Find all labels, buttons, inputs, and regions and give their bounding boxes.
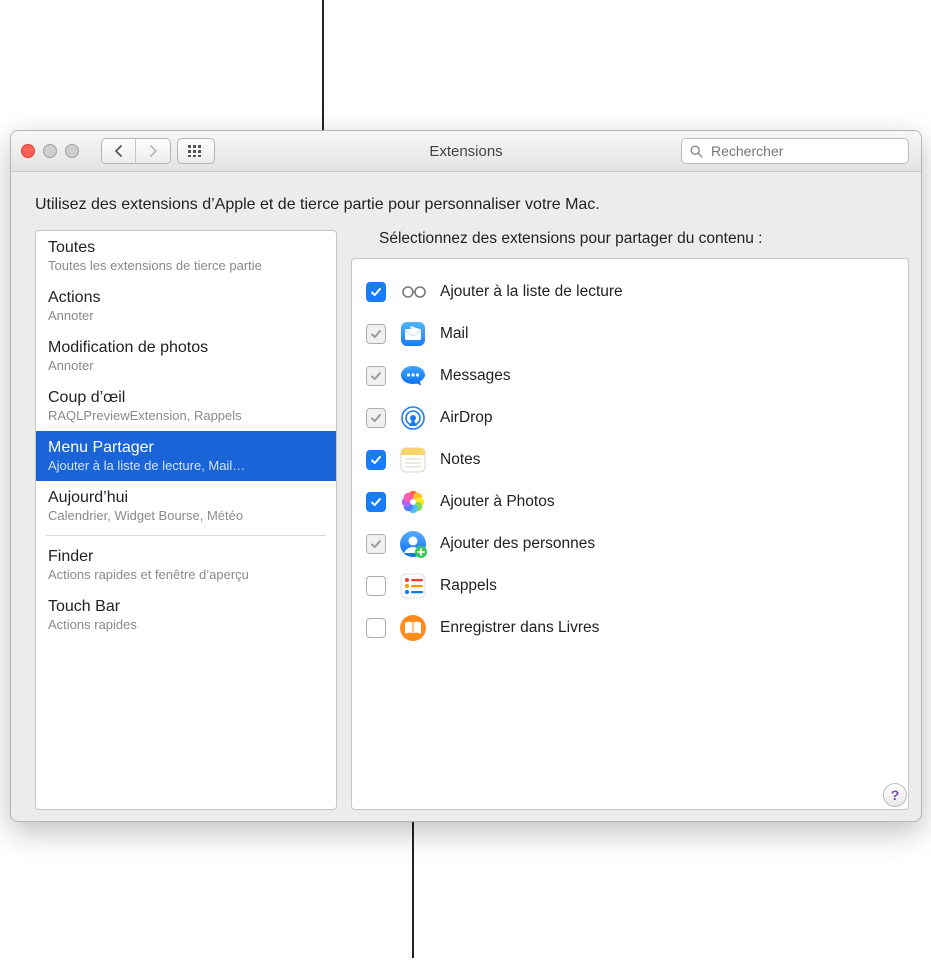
airdrop-icon xyxy=(398,403,428,433)
extension-label: Mail xyxy=(440,325,468,343)
extension-label: AirDrop xyxy=(440,409,493,427)
extension-row: Rappels xyxy=(366,565,894,607)
sidebar-item-subtitle: Actions rapides xyxy=(48,617,324,632)
forward-button[interactable] xyxy=(136,139,170,163)
people-icon xyxy=(398,529,428,559)
sidebar-item-title: Touch Bar xyxy=(48,598,324,616)
sidebar-item-title: Menu Partager xyxy=(48,439,324,457)
extension-row: Ajouter des personnes xyxy=(366,523,894,565)
sidebar-item[interactable]: Coup d’œilRAQLPreviewExtension, Rappels xyxy=(36,381,336,431)
sidebar-item[interactable]: Modification de photosAnnoter xyxy=(36,331,336,381)
extension-checkbox[interactable] xyxy=(366,282,386,302)
sidebar-item[interactable]: FinderActions rapides et fenêtre d’aperç… xyxy=(36,540,336,590)
sidebar-item[interactable]: Menu PartagerAjouter à la liste de lectu… xyxy=(36,431,336,481)
sidebar-item-title: Aujourd’hui xyxy=(48,489,324,507)
extension-list: Ajouter à la liste de lecture Mail Message… xyxy=(351,258,909,810)
sidebar-item-subtitle: Annoter xyxy=(48,358,324,373)
sidebar-item-title: Toutes xyxy=(48,239,324,257)
help-icon: ? xyxy=(891,787,900,803)
sidebar-item[interactable]: ActionsAnnoter xyxy=(36,281,336,331)
extension-checkbox xyxy=(366,324,386,344)
sidebar-item[interactable]: Touch BarActions rapides xyxy=(36,590,336,640)
mail-icon xyxy=(398,319,428,349)
panel-title: Sélectionnez des extensions pour partage… xyxy=(379,230,909,248)
sidebar-item-title: Modification de photos xyxy=(48,339,324,357)
extension-label: Notes xyxy=(440,451,481,469)
reading-list-icon xyxy=(398,277,428,307)
extension-row: Ajouter à Photos xyxy=(366,481,894,523)
extension-checkbox[interactable] xyxy=(366,576,386,596)
grid-icon xyxy=(188,145,204,157)
chevron-right-icon xyxy=(147,145,159,157)
extension-label: Messages xyxy=(440,367,511,385)
sidebar-item-subtitle: RAQLPreviewExtension, Rappels xyxy=(48,408,324,423)
search-field[interactable] xyxy=(681,138,909,164)
sidebar-item[interactable]: Aujourd’huiCalendrier, Widget Bourse, Mé… xyxy=(36,481,336,531)
category-list: ToutesToutes les extensions de tierce pa… xyxy=(35,230,337,810)
extension-label: Ajouter des personnes xyxy=(440,535,595,553)
extension-row: Notes xyxy=(366,439,894,481)
sidebar-item[interactable]: ToutesToutes les extensions de tierce pa… xyxy=(36,231,336,281)
nav-segmented xyxy=(101,138,171,164)
back-button[interactable] xyxy=(102,139,136,163)
sidebar-item-subtitle: Toutes les extensions de tierce partie xyxy=(48,258,324,273)
messages-icon xyxy=(398,361,428,391)
books-icon xyxy=(398,613,428,643)
extension-checkbox[interactable] xyxy=(366,450,386,470)
extension-label: Ajouter à la liste de lecture xyxy=(440,283,623,301)
extension-row: Enregistrer dans Livres xyxy=(366,607,894,649)
extension-checkbox xyxy=(366,534,386,554)
minimize-window-button[interactable] xyxy=(43,144,57,158)
sidebar-item-title: Finder xyxy=(48,548,324,566)
show-all-button[interactable] xyxy=(177,138,215,164)
page-subtitle: Utilisez des extensions d’Apple et de ti… xyxy=(11,172,921,230)
extension-row: Mail xyxy=(366,313,894,355)
extension-checkbox xyxy=(366,408,386,428)
photos-icon xyxy=(398,487,428,517)
sidebar-item-subtitle: Ajouter à la liste de lecture, Mail… xyxy=(48,458,324,473)
preferences-window: Extensions Utilisez des extensions d’App… xyxy=(10,130,922,822)
close-window-button[interactable] xyxy=(21,144,35,158)
extension-row: Messages xyxy=(366,355,894,397)
extension-label: Enregistrer dans Livres xyxy=(440,619,599,637)
chevron-left-icon xyxy=(113,145,125,157)
help-button[interactable]: ? xyxy=(883,783,907,807)
reminders-icon xyxy=(398,571,428,601)
zoom-window-button[interactable] xyxy=(65,144,79,158)
sidebar-item-subtitle: Actions rapides et fenêtre d’aperçu xyxy=(48,567,324,582)
search-icon xyxy=(690,145,703,158)
extension-checkbox[interactable] xyxy=(366,492,386,512)
extension-row: AirDrop xyxy=(366,397,894,439)
window-controls xyxy=(21,144,79,158)
extension-label: Ajouter à Photos xyxy=(440,493,555,511)
sidebar-item-title: Actions xyxy=(48,289,324,307)
search-input[interactable] xyxy=(709,142,900,160)
sidebar-item-title: Coup d’œil xyxy=(48,389,324,407)
extension-label: Rappels xyxy=(440,577,497,595)
notes-icon xyxy=(398,445,428,475)
extension-checkbox xyxy=(366,366,386,386)
sidebar-item-subtitle: Annoter xyxy=(48,308,324,323)
extension-row: Ajouter à la liste de lecture xyxy=(366,271,894,313)
titlebar: Extensions xyxy=(11,131,921,172)
extension-checkbox[interactable] xyxy=(366,618,386,638)
sidebar-item-subtitle: Calendrier, Widget Bourse, Météo xyxy=(48,508,324,523)
sidebar-divider xyxy=(46,535,326,536)
